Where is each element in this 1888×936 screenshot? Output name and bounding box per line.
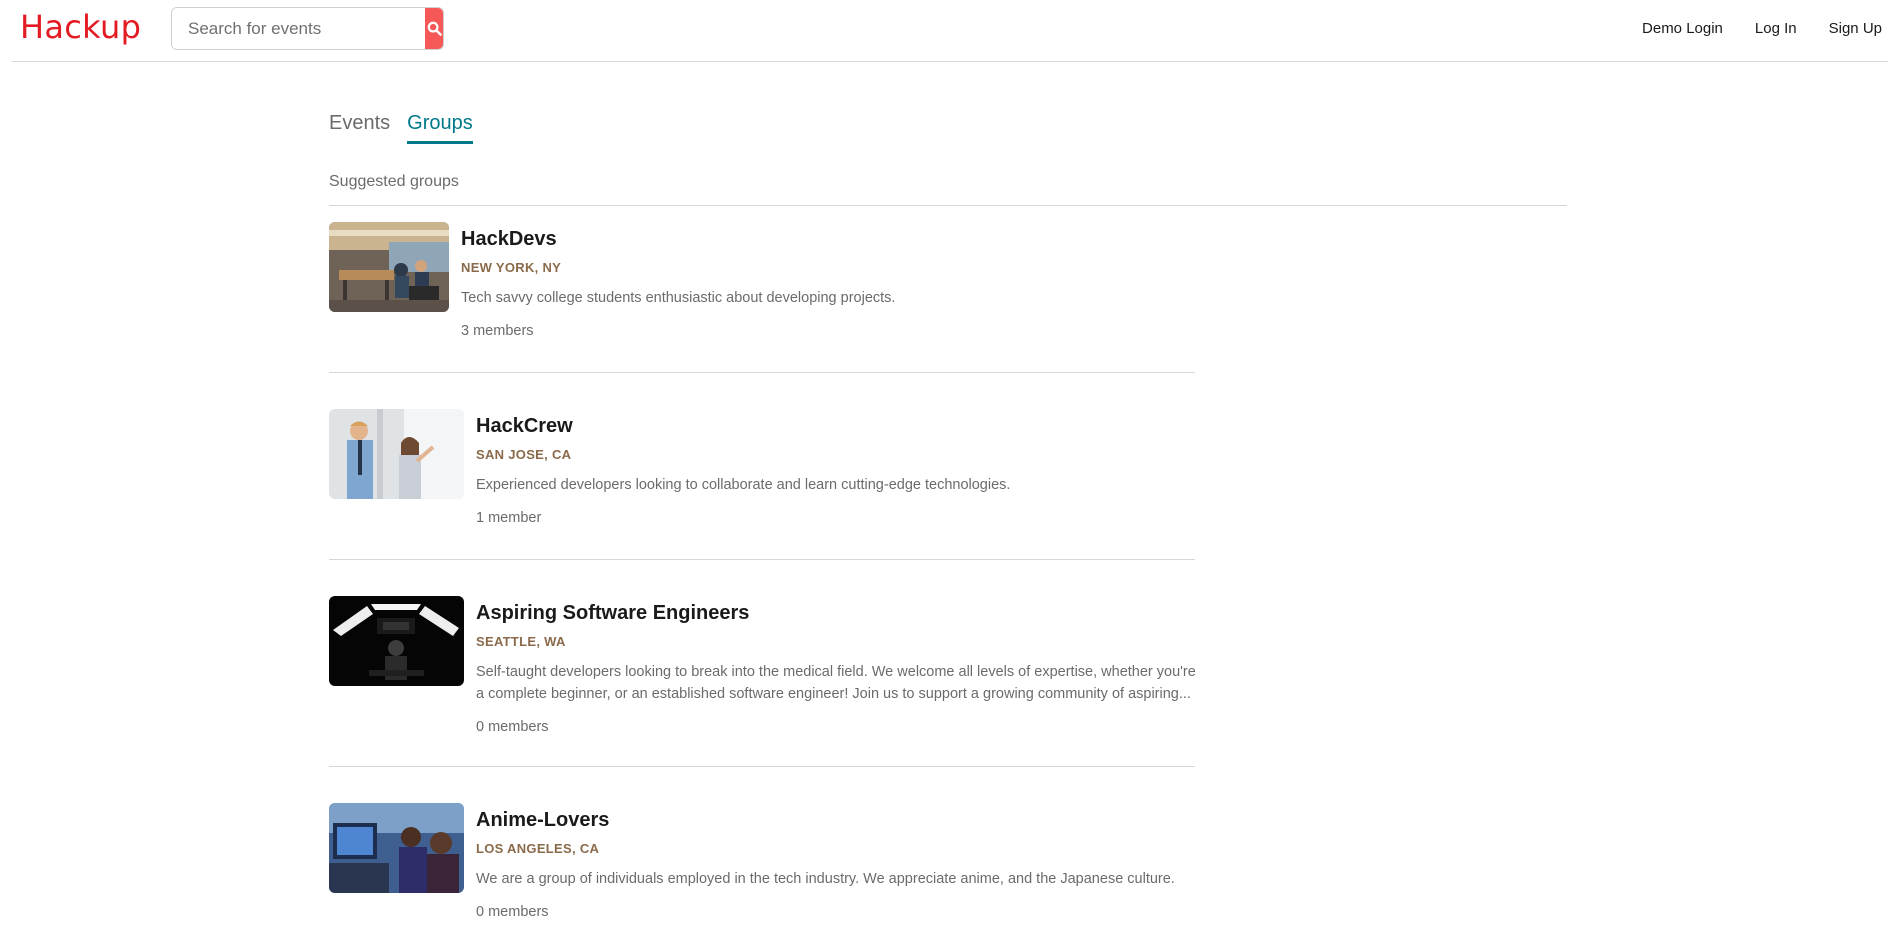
demo-login-link[interactable]: Demo Login: [1642, 20, 1723, 37]
group-location: SEATTLE, WA: [476, 634, 566, 649]
group-photo[interactable]: [329, 409, 464, 499]
top-navbar: Hackup Demo Login Log In Sign Up: [12, 0, 1888, 62]
group-info: HackCrew SAN JOSE, CA Experienced develo…: [476, 415, 1196, 526]
group-members: 1 member: [476, 510, 542, 526]
group-info: HackDevs NEW YORK, NY Tech savvy college…: [461, 228, 1181, 339]
section-heading: Suggested groups: [329, 173, 459, 190]
group-photo[interactable]: [329, 596, 464, 686]
group-location: SAN JOSE, CA: [476, 447, 572, 462]
group-description: Self-taught developers looking to break …: [476, 664, 1196, 702]
group-name[interactable]: HackCrew: [476, 415, 1196, 438]
group-location: LOS ANGELES, CA: [476, 841, 600, 856]
auth-links: Demo Login Log In Sign Up: [1642, 20, 1882, 37]
group-members: 0 members: [476, 719, 549, 735]
group-name[interactable]: Aspiring Software Engineers: [476, 602, 1196, 625]
group-photo[interactable]: [329, 222, 449, 312]
group-divider: [329, 559, 1195, 560]
search-tabs: Events Groups: [329, 112, 473, 144]
group-divider: [329, 766, 1195, 767]
hackup-logo[interactable]: Hackup: [20, 8, 141, 46]
group-card-aspiring-software-engineers[interactable]: Aspiring Software Engineers SEATTLE, WA …: [329, 596, 1196, 768]
section-divider: [329, 205, 1567, 206]
group-description: Experienced developers looking to collab…: [476, 477, 1011, 493]
tab-events[interactable]: Events: [329, 112, 390, 144]
log-in-link[interactable]: Log In: [1755, 20, 1797, 37]
search-button[interactable]: [425, 8, 443, 49]
group-photo[interactable]: [329, 803, 464, 893]
search-icon: [427, 21, 442, 36]
search-input[interactable]: [172, 8, 425, 49]
tab-groups[interactable]: Groups: [407, 112, 473, 144]
group-description: We are a group of individuals employed i…: [476, 871, 1175, 887]
group-location: NEW YORK, NY: [461, 260, 562, 275]
group-info: Aspiring Software Engineers SEATTLE, WA …: [476, 602, 1196, 735]
search-bar: [171, 7, 444, 50]
group-info: Anime-Lovers LOS ANGELES, CA We are a gr…: [476, 809, 1196, 920]
group-members: 0 members: [476, 904, 549, 920]
group-card-anime-lovers[interactable]: Anime-Lovers LOS ANGELES, CA We are a gr…: [329, 803, 1195, 936]
group-card-hackdevs[interactable]: HackDevs NEW YORK, NY Tech savvy college…: [329, 222, 1195, 374]
group-name[interactable]: HackDevs: [461, 228, 1181, 251]
group-members: 3 members: [461, 323, 534, 339]
sign-up-link[interactable]: Sign Up: [1829, 20, 1882, 37]
group-divider: [329, 372, 1195, 373]
group-description: Tech savvy college students enthusiastic…: [461, 290, 896, 306]
group-name[interactable]: Anime-Lovers: [476, 809, 1196, 832]
group-card-hackcrew[interactable]: HackCrew SAN JOSE, CA Experienced develo…: [329, 409, 1195, 561]
